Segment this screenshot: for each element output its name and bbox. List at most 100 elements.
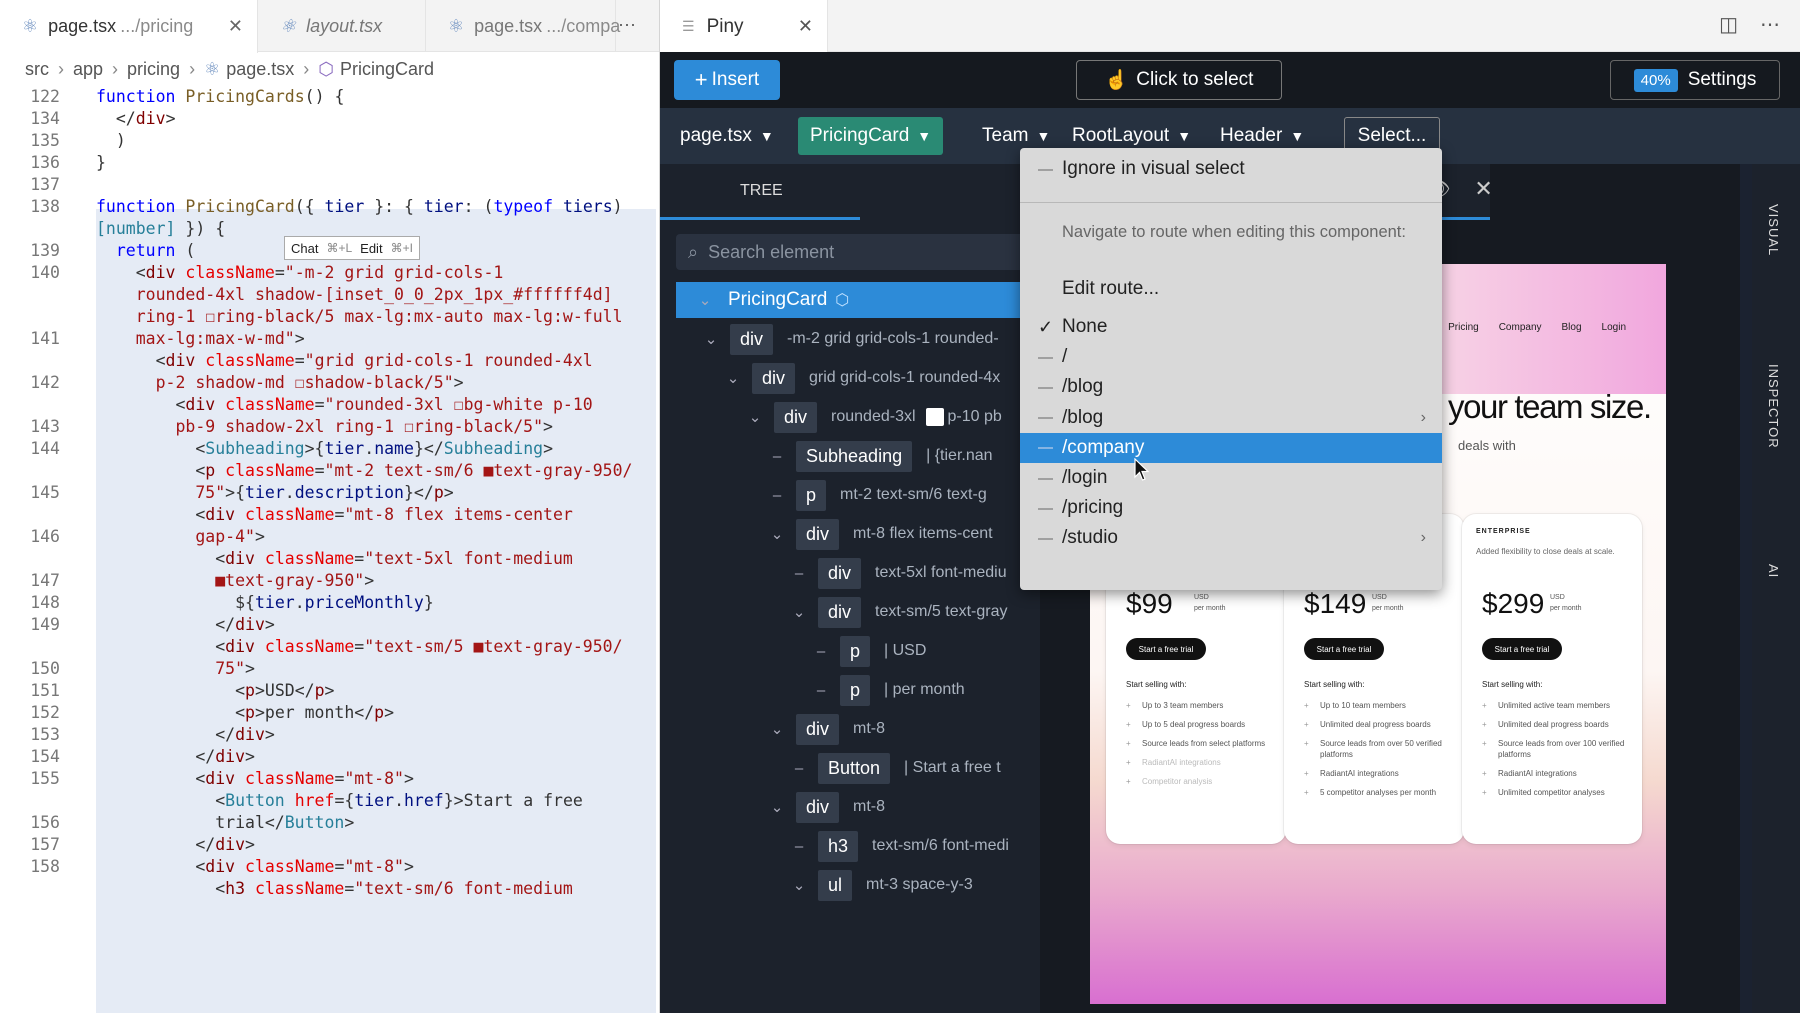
tree-row[interactable]: ⌄ div mt-8 flex items-cent (660, 516, 1040, 552)
nav-blog[interactable]: Blog (1562, 322, 1582, 333)
tree-node-classes: text-5xl font-mediu (875, 564, 1007, 581)
tree-row[interactable]: ⌄ div rounded-3xl p-10 pb (660, 399, 1040, 435)
dash-icon: — (1038, 529, 1053, 547)
tree-node-tag: div (796, 791, 840, 823)
close-icon[interactable]: ✕ (1474, 176, 1492, 202)
more-tabs-icon[interactable]: ··· (618, 14, 636, 35)
breadcrumb-item[interactable]: src (25, 59, 49, 80)
close-icon[interactable]: ✕ (228, 16, 243, 37)
tree-node-classes: -m-2 grid grid-cols-1 rounded- (787, 330, 999, 347)
chevron-down-icon[interactable]: ⌄ (766, 798, 788, 816)
tree-row[interactable]: ⌄ div -m-2 grid grid-cols-1 rounded- (660, 321, 1040, 357)
tab-file-path: .../compa (546, 15, 621, 36)
chevron-down-icon[interactable]: ⌄ (744, 408, 766, 426)
chevron-right-icon: › (1420, 408, 1426, 426)
nav-pricing[interactable]: Pricing (1448, 322, 1479, 333)
chevron-down-icon[interactable]: ⌄ (766, 525, 788, 543)
settings-button[interactable]: 40% Settings (1610, 60, 1780, 100)
tree-row[interactable]: – p | USD (660, 633, 1040, 669)
start-trial-button[interactable]: Start a free trial (1304, 638, 1384, 660)
breadcrumb-item[interactable]: page.tsx (226, 59, 294, 80)
rail-ai[interactable]: AI (1766, 564, 1781, 578)
crumb-pricingcard[interactable]: PricingCard ▼ (798, 117, 944, 155)
tree-row[interactable]: – h3 text-sm/6 font-medi (660, 828, 1040, 864)
tree-row[interactable]: ⌄ PricingCard ⬡ (676, 282, 1040, 318)
more-actions-icon[interactable]: ⋯ (1760, 12, 1780, 37)
tree-row[interactable]: – p | per month (660, 672, 1040, 708)
start-trial-button[interactable]: Start a free trial (1482, 638, 1562, 660)
chat-hint[interactable]: Chat (291, 241, 318, 256)
tree-row[interactable]: ⌄ ul mt-3 space-y-3 (660, 867, 1040, 903)
breadcrumb-item[interactable]: PricingCard (340, 59, 434, 80)
rail-visual[interactable]: VISUAL (1766, 204, 1781, 256)
tree-row[interactable]: ⌄ div mt-8 (660, 789, 1040, 825)
menu-item-edit-route[interactable]: Edit route... (1020, 272, 1442, 306)
route-item[interactable]: — /login (1020, 463, 1442, 493)
chevron-down-icon[interactable]: ⌄ (766, 720, 788, 738)
pricing-card[interactable]: ENTERPRISE Added flexibility to close dea… (1462, 514, 1642, 844)
rail-inspector[interactable]: INSPECTOR (1766, 364, 1781, 449)
panel-actions: ◫ ⋯ (1719, 12, 1780, 37)
editor-tab-page-pricing[interactable]: ⚛ page.tsx .../pricing ✕ (0, 0, 258, 53)
card-currency: USD per month (1372, 592, 1404, 614)
tree-node-classes: mt-2 text-sm/6 text-g (840, 486, 987, 503)
tab-tree[interactable]: TREE (660, 164, 860, 220)
menu-item-label: Edit route... (1062, 278, 1160, 299)
tree-node-classes: | USD (884, 642, 927, 659)
tree-row[interactable]: – Button | Start a free t (660, 750, 1040, 786)
click-to-select-button[interactable]: ☝ Click to select (1076, 60, 1282, 100)
component-icon: ⬡ (318, 58, 334, 79)
breadcrumb-item[interactable]: app (73, 59, 103, 80)
tree-row[interactable]: – Subheading | {tier.nan (660, 438, 1040, 474)
route-item[interactable]: — /pricing (1020, 493, 1442, 523)
crumb-page[interactable]: page.tsx ▼ (668, 117, 786, 155)
side-rail: VISUAL INSPECTOR AI (1752, 164, 1800, 1013)
chevron-down-icon[interactable]: ⌄ (722, 369, 744, 387)
card-price: $99 (1126, 588, 1173, 619)
feature-item: Source leads from select platforms (1126, 738, 1276, 749)
tab-file-path: .../pricing (120, 16, 194, 36)
tree-node-classes: p-10 pb (947, 408, 1002, 425)
menu-item-ignore[interactable]: — Ignore in visual select (1020, 152, 1442, 186)
tree-row[interactable]: – p mt-2 text-sm/6 text-g (660, 477, 1040, 513)
tree-node-tag: div (818, 596, 862, 628)
editor-tab-page-company[interactable]: ⚛ page.tsx .../compa (426, 0, 620, 52)
editor-tab-layout[interactable]: ⚛ layout.tsx (258, 0, 426, 52)
react-icon: ⚛ (448, 15, 465, 36)
route-item[interactable]: — /company (1020, 432, 1442, 463)
search-element-input[interactable]: ⌕ Search element (676, 234, 1040, 270)
route-item[interactable]: ✓ None (1020, 312, 1442, 342)
feature-item: Source leads from over 100 verified plat… (1482, 738, 1632, 760)
tab-piny[interactable]: ☰ Piny ✕ (660, 0, 828, 53)
zoom-badge[interactable]: 40% (1633, 68, 1678, 92)
split-editor-icon[interactable]: ◫ (1719, 12, 1738, 37)
start-trial-button[interactable]: Start a free trial (1126, 638, 1206, 660)
insert-button[interactable]: + Insert (674, 60, 780, 100)
chevron-down-icon[interactable]: ⌄ (694, 291, 716, 309)
route-item[interactable]: — /blog (1020, 372, 1442, 402)
route-item[interactable]: — /blog › (1020, 403, 1442, 433)
breadcrumb-item[interactable]: pricing (127, 59, 180, 80)
tree-node-tag: div (752, 362, 796, 394)
edit-hint[interactable]: Edit (360, 241, 382, 256)
route-item[interactable]: — / (1020, 342, 1442, 372)
tree-node-classes: | per month (884, 681, 965, 698)
chevron-down-icon[interactable]: ⌄ (788, 603, 810, 621)
tree-row[interactable]: ⌄ div text-sm/5 text-gray (660, 594, 1040, 630)
nav-login[interactable]: Login (1602, 322, 1626, 333)
color-swatch (925, 408, 944, 426)
nav-company[interactable]: Company (1499, 322, 1542, 333)
tree-node-tag: div (730, 323, 774, 355)
code-editor[interactable]: ⚛ page.tsx .../pricing ✕ ⚛ layout.tsx ⚛ … (0, 0, 660, 1013)
dash-icon: — (1038, 469, 1053, 487)
tree-row[interactable]: ⌄ div grid grid-cols-1 rounded-4x (660, 360, 1040, 396)
code-line[interactable]: <h3 className="text-sm/6 font-medium (0, 876, 659, 901)
close-icon[interactable]: ✕ (798, 16, 813, 37)
tree-node-tag: h3 (818, 830, 859, 862)
chevron-down-icon[interactable]: ⌄ (700, 330, 722, 348)
route-item[interactable]: — /studio › (1020, 523, 1442, 553)
react-icon: ⚛ (22, 16, 39, 36)
tree-row[interactable]: ⌄ div mt-8 (660, 711, 1040, 747)
chevron-down-icon[interactable]: ⌄ (788, 876, 810, 894)
tree-row[interactable]: – div text-5xl font-mediu (660, 555, 1040, 591)
